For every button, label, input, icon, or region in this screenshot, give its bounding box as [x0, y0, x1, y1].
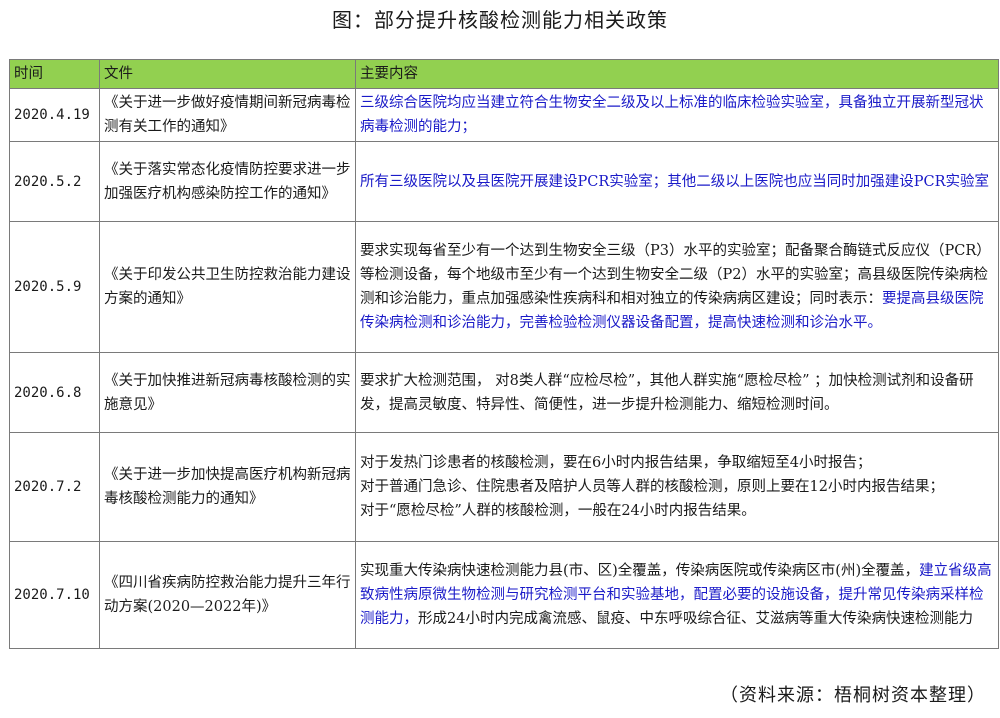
row-document: 《关于落实常态化疫情防控要求进一步加强医疗机构感染防控工作的通知》 [99, 141, 356, 222]
row-document: 《关于进一步做好疫情期间新冠病毒检测有关工作的通知》 [99, 88, 356, 142]
table-row: 2020.4.19 《关于进一步做好疫情期间新冠病毒检测有关工作的通知》 三级综合医… [9, 88, 999, 142]
row-document: 《四川省疾病防控救治能力提升三年行动方案(2020—2022年)》 [99, 541, 356, 649]
row-date: 2020.5.2 [9, 141, 100, 222]
header-document: 文件 [99, 59, 356, 89]
content-text: 要求扩大检测范围， 对8类人群“应检尽检”，其他人群实施“愿检尽检” ；加快检测… [360, 372, 974, 413]
row-content: 要求扩大检测范围， 对8类人群“应检尽检”，其他人群实施“愿检尽检” ；加快检测… [355, 352, 999, 433]
content-text: 形成24小时内完成禽流感、鼠疫、中东呼吸综合征、艾滋病等重大传染病快速检测能力 [418, 611, 973, 627]
content-line: 对于普通门急诊、住院患者及陪护人员等人群的核酸检测，原则上要在12小时内报告结果… [360, 479, 944, 495]
row-document: 《关于印发公共卫生防控救治能力建设方案的通知》 [99, 221, 356, 353]
row-content: 对于发热门诊患者的核酸检测，要在6小时内报告结果，争取缩短至4小时报告； 对于普通… [355, 432, 999, 542]
row-document: 《关于进一步加快提高医疗机构新冠病毒核酸检测能力的通知》 [99, 432, 356, 542]
table-row: 2020.7.10 《四川省疾病防控救治能力提升三年行动方案(2020—2022年… [9, 541, 999, 649]
row-content: 要求实现每省至少有一个达到生物安全三级（P3）水平的实验室；配备聚合酶链式反应仪… [355, 221, 999, 353]
highlighted-text: 三级综合医院均应当建立符合生物安全二级及以上标准的临床检验实验室，具备独立开展新… [360, 95, 984, 135]
policy-table: 时间 文件 主要内容 2020.4.19 《关于进一步做好疫情期间新冠病毒检测有关… [9, 59, 999, 649]
highlighted-text: 所有三级医院以及县医院开展建设PCR实验室；其他二级以上医院也应当同时加强建设P… [360, 173, 990, 190]
row-content: 所有三级医院以及县医院开展建设PCR实验室；其他二级以上医院也应当同时加强建设P… [355, 141, 999, 222]
row-date: 2020.7.10 [9, 541, 100, 649]
table-row: 2020.7.2 《关于进一步加快提高医疗机构新冠病毒核酸检测能力的通知》 对于发热… [9, 432, 999, 542]
table-row: 2020.6.8 《关于加快推进新冠病毒核酸检测的实施意见》 要求扩大检测范围， 对… [9, 352, 999, 433]
row-date: 2020.5.9 [9, 221, 100, 353]
table-header-row: 时间 文件 主要内容 [9, 59, 999, 89]
table-row: 2020.5.2 《关于落实常态化疫情防控要求进一步加强医疗机构感染防控工作的通知… [9, 141, 999, 222]
table-row: 2020.5.9 《关于印发公共卫生防控救治能力建设方案的通知》 要求实现每省至少有… [9, 221, 999, 353]
row-date: 2020.6.8 [9, 352, 100, 433]
source-note: （资料来源：梧桐树资本整理） [720, 685, 986, 706]
header-date: 时间 [9, 59, 100, 89]
page-title: 图：部分提升核酸检测能力相关政策 [332, 8, 668, 32]
content-text: 实现重大传染病快速检测能力县(市、区)全覆盖，传染病医院或传染病区市(州)全覆盖… [360, 563, 920, 579]
row-content: 三级综合医院均应当建立符合生物安全二级及以上标准的临床检验实验室，具备独立开展新… [355, 88, 999, 142]
row-date: 2020.4.19 [9, 88, 100, 142]
row-content: 实现重大传染病快速检测能力县(市、区)全覆盖，传染病医院或传染病区市(州)全覆盖… [355, 541, 999, 649]
content-line: 对于“愿检尽检”人群的核酸检测，一般在24小时内报告结果。 [360, 503, 756, 519]
content-line: 对于发热门诊患者的核酸检测，要在6小时内报告结果，争取缩短至4小时报告； [360, 455, 872, 471]
row-date: 2020.7.2 [9, 432, 100, 542]
header-content: 主要内容 [355, 59, 999, 89]
row-document: 《关于加快推进新冠病毒核酸检测的实施意见》 [99, 352, 356, 433]
